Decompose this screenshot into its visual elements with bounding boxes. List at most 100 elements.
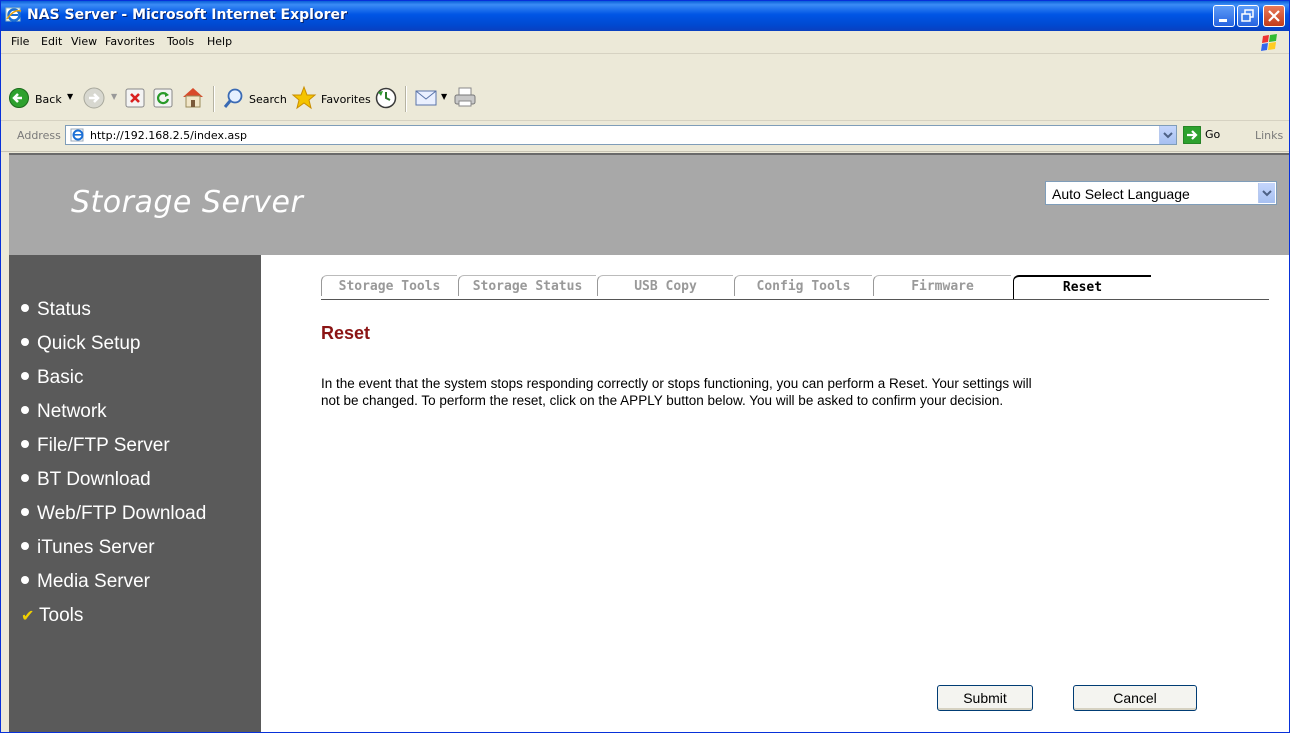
tab-storage-tools[interactable]: Storage Tools <box>321 275 457 296</box>
back-button-label[interactable]: Back <box>35 93 62 106</box>
refresh-icon[interactable] <box>153 88 173 108</box>
bullet-icon <box>21 575 29 584</box>
address-input[interactable]: http://192.168.2.5/index.asp <box>65 125 1177 145</box>
chevron-down-icon <box>1262 190 1272 197</box>
page-icon <box>70 128 84 142</box>
sidebar-item-tools[interactable]: ✔ Tools <box>21 605 83 627</box>
go-button[interactable]: Go <box>1183 125 1225 145</box>
mail-dropdown-icon[interactable]: ▼ <box>441 92 447 101</box>
back-dropdown-icon[interactable]: ▼ <box>67 92 73 101</box>
tab-bar: Storage Tools Storage Status USB Copy Co… <box>321 275 1269 300</box>
address-url: http://192.168.2.5/index.asp <box>90 129 247 142</box>
toolbar-separator <box>405 86 407 112</box>
sidebar-item-file-ftp-server[interactable]: File/FTP Server <box>21 435 170 457</box>
print-icon[interactable] <box>453 86 477 108</box>
sidebar-item-label: BT Download <box>37 469 151 490</box>
address-dropdown-button[interactable] <box>1159 126 1176 144</box>
minimize-icon <box>1219 19 1227 22</box>
page-header: Storage Server Auto Select Language <box>9 153 1289 255</box>
forward-arrow-icon[interactable] <box>83 87 105 109</box>
menu-bar: File Edit View Favorites Tools Help <box>1 31 1289 54</box>
bullet-icon <box>21 405 29 414</box>
menu-tools[interactable]: Tools <box>167 35 194 48</box>
minimize-button[interactable] <box>1213 5 1235 27</box>
stop-icon[interactable] <box>125 88 145 108</box>
brand-title: Storage Server <box>71 185 304 220</box>
links-button[interactable]: Links <box>1255 129 1283 142</box>
mail-icon[interactable] <box>415 88 439 108</box>
forward-dropdown-icon[interactable]: ▼ <box>111 92 117 101</box>
chevron-down-icon <box>1163 132 1173 139</box>
tab-reset[interactable]: Reset <box>1013 275 1151 299</box>
web-page: Storage Server Auto Select Language Stat… <box>9 153 1289 732</box>
main-content: Storage Tools Storage Status USB Copy Co… <box>261 255 1289 732</box>
sidebar-item-itunes-server[interactable]: iTunes Server <box>21 537 155 559</box>
browser-window: NAS Server - Microsoft Internet Explorer… <box>0 0 1290 733</box>
page-title: Reset <box>321 323 371 343</box>
maximize-button[interactable] <box>1237 5 1259 27</box>
menu-edit[interactable]: Edit <box>41 35 62 48</box>
go-label: Go <box>1205 128 1221 141</box>
description-line: In the event that the system stops respo… <box>321 376 1032 391</box>
favorites-star-icon[interactable] <box>291 85 317 111</box>
standard-toolbar: Back ▼ ▼ Search Favorites ▼ <box>1 54 1289 121</box>
description-line: not be changed. To perform the reset, cl… <box>321 393 1004 408</box>
sidebar-item-label: Status <box>37 299 91 320</box>
close-icon <box>1268 10 1280 22</box>
toolbar-separator <box>213 86 215 112</box>
search-icon[interactable] <box>223 87 245 109</box>
sidebar-item-basic[interactable]: Basic <box>21 367 83 389</box>
sidebar-item-bt-download[interactable]: BT Download <box>21 469 151 491</box>
sidebar-item-label: File/FTP Server <box>37 435 170 456</box>
sidebar-item-network[interactable]: Network <box>21 401 107 423</box>
tab-firmware[interactable]: Firmware <box>873 275 1011 296</box>
language-selected-value: Auto Select Language <box>1052 186 1190 202</box>
sidebar-item-quick-setup[interactable]: Quick Setup <box>21 333 141 355</box>
sidebar-item-label: Quick Setup <box>37 333 141 354</box>
restore-icon <box>1241 9 1254 22</box>
sidebar-nav: Status Quick Setup Basic Network File/FT… <box>9 255 261 732</box>
language-select[interactable]: Auto Select Language <box>1045 181 1277 205</box>
sidebar-item-media-server[interactable]: Media Server <box>21 571 150 593</box>
bullet-icon <box>21 337 29 346</box>
bullet-icon <box>21 439 29 448</box>
language-dropdown-button[interactable] <box>1258 183 1275 203</box>
bullet-icon <box>21 371 29 380</box>
sidebar-item-label: Network <box>37 401 107 422</box>
sidebar-item-status[interactable]: Status <box>21 299 91 321</box>
search-button-label[interactable]: Search <box>249 93 287 106</box>
close-button[interactable] <box>1263 5 1285 27</box>
sidebar-item-web-ftp-download[interactable]: Web/FTP Download <box>21 503 206 525</box>
address-label: Address <box>17 129 61 142</box>
reset-description: In the event that the system stops respo… <box>321 375 1241 409</box>
bullet-icon <box>21 507 29 516</box>
history-icon[interactable] <box>375 87 397 109</box>
title-bar[interactable]: NAS Server - Microsoft Internet Explorer <box>1 1 1289 31</box>
tab-storage-status[interactable]: Storage Status <box>458 275 596 296</box>
menu-view[interactable]: View <box>71 35 97 48</box>
checkmark-icon: ✔ <box>21 608 35 625</box>
home-icon[interactable] <box>181 86 205 108</box>
windows-flag-icon <box>1261 34 1277 51</box>
tab-usb-copy[interactable]: USB Copy <box>597 275 733 296</box>
sidebar-item-label: Tools <box>39 605 84 626</box>
sidebar-item-label: iTunes Server <box>37 537 155 558</box>
bullet-icon <box>21 303 29 312</box>
submit-button[interactable]: Submit <box>937 685 1033 711</box>
ie-logo-icon <box>5 7 22 22</box>
cancel-button[interactable]: Cancel <box>1073 685 1197 711</box>
sidebar-item-label: Basic <box>37 367 84 388</box>
back-arrow-icon[interactable] <box>9 87 29 109</box>
window-title: NAS Server - Microsoft Internet Explorer <box>27 7 347 23</box>
bullet-icon <box>21 473 29 482</box>
favorites-button-label[interactable]: Favorites <box>321 93 371 106</box>
bullet-icon <box>21 541 29 550</box>
sidebar-item-label: Web/FTP Download <box>37 503 207 524</box>
menu-file[interactable]: File <box>11 35 29 48</box>
menu-help[interactable]: Help <box>207 35 232 48</box>
tab-config-tools[interactable]: Config Tools <box>734 275 872 296</box>
go-arrow-icon <box>1183 126 1201 144</box>
menu-favorites[interactable]: Favorites <box>105 35 155 48</box>
address-bar: Address http://192.168.2.5/index.asp Go … <box>1 121 1289 152</box>
sidebar-item-label: Media Server <box>37 571 150 592</box>
